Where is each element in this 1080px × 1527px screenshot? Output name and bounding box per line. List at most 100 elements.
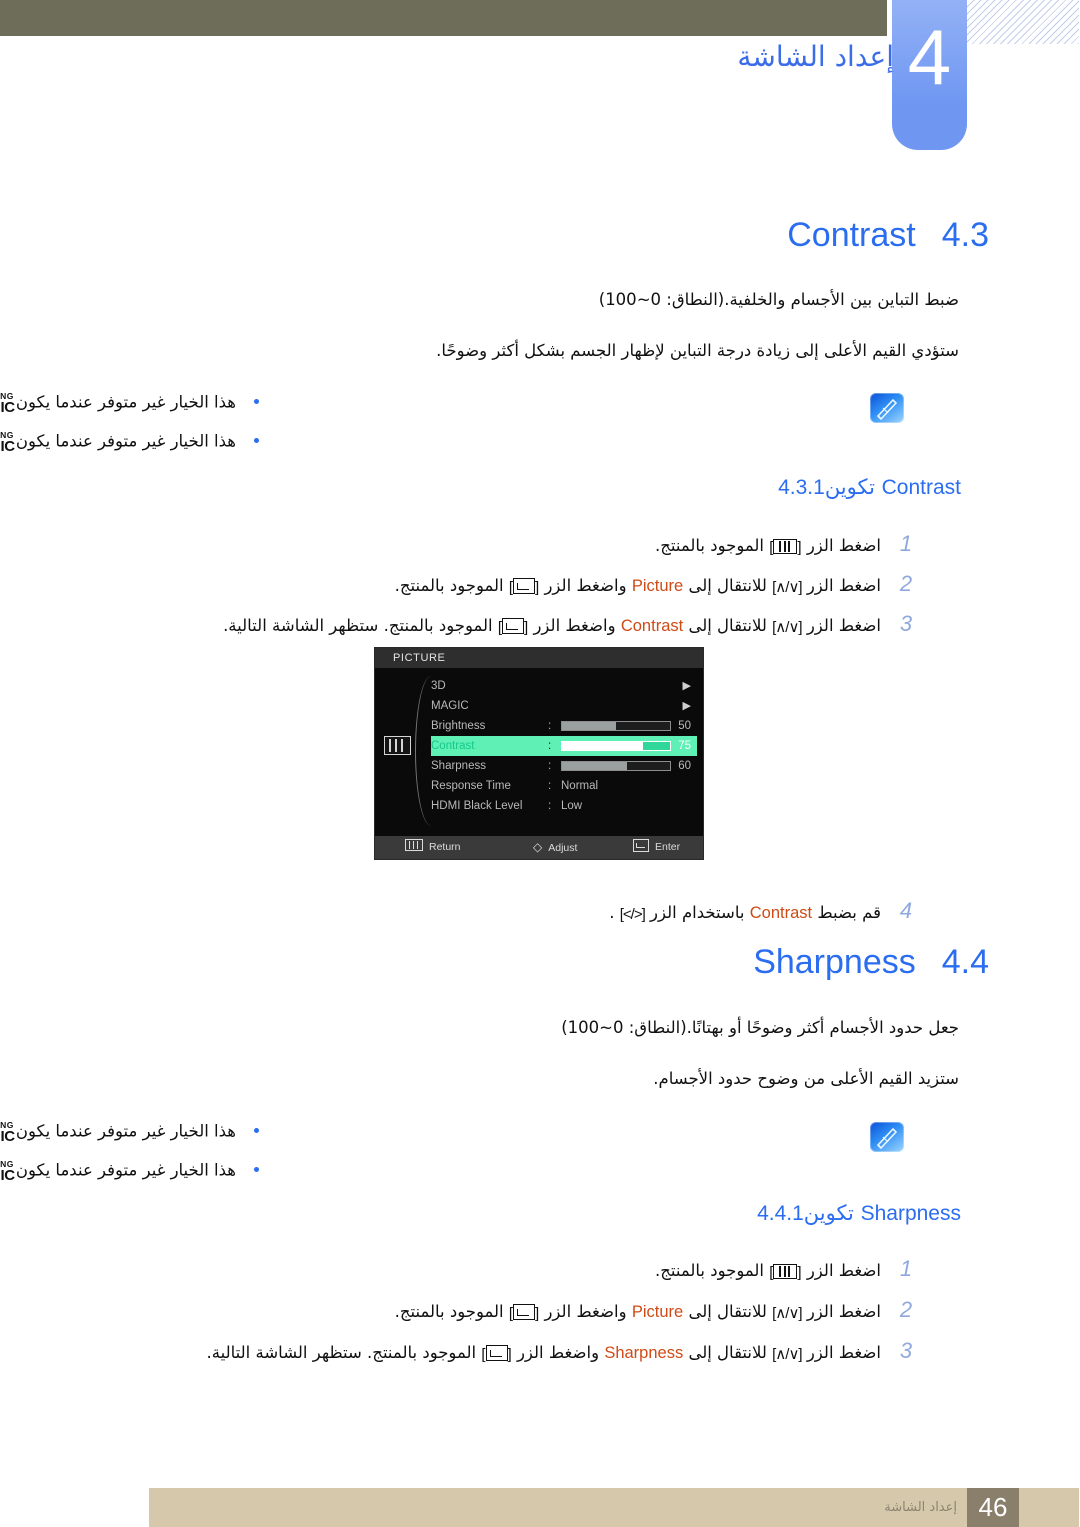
osd-enter-action[interactable]: Enter [634,836,681,859]
step-number: 3 [900,1338,914,1363]
osd-row-brightness[interactable]: Brightness : 50 [432,716,698,736]
osd-row-hdmi-black-level[interactable]: HDMI Black Level : Low [432,796,698,816]
sharpness-step-2: 2 اضغط الزر [∧/∨] للانتقال إلى Picture وا… [396,1297,922,1323]
updown-key-glyph: [∧/∨] [773,579,803,596]
contrast-desc-2: ستؤدي القيم الأعلى إلى زيادة درجة التباي… [437,341,960,360]
step-text-b: الموجود بالمنتج. [655,536,765,555]
osd-slider-contrast[interactable] [562,741,672,751]
step-target: Sharpness [605,1344,685,1362]
samsung-magic-logo: SAMSUNGMAGIC [0,1120,16,1145]
step-text-d: الموجود بالمنتج. ستظهر الشاشة التالية. [224,616,494,635]
subsection-name-en: Sharpness [861,1202,962,1225]
updown-key-glyph: [∧/∨] [773,1305,803,1322]
samsung-magic-logo: SAMSUNGMAGIC [0,391,16,416]
section-heading-sharpness: Sharpness 4.4 [754,943,990,982]
enter-key-glyph: [] [498,618,530,636]
osd-row-sharpness[interactable]: Sharpness : 60 [432,756,698,776]
step-text-c: باستخدام الزر [651,903,746,922]
manual-page: 4 إعداد الشاشة Contrast 4. 3 ضبط التباين ب… [0,0,1080,1527]
subsection-heading-contrast: Contrast تكوين4.3.1 [755,475,962,500]
osd-row-label: 3D [432,680,447,692]
osd-row-value: Normal [562,780,600,792]
contrast-desc-1: ضبط التباين بين الأجسام والخلفية.(النطاق… [599,290,960,309]
step-number: 2 [900,571,914,596]
sharpness-desc-2: ستزيد القيم الأعلى من وضوح حدود الأجسام. [654,1069,960,1088]
osd-enter-label: Enter [656,841,682,853]
osd-slider-brightness[interactable] [562,721,672,731]
chevron-right-icon: ▶ [683,700,692,712]
osd-row-value: 50 [679,720,692,732]
step-number: 4 [900,898,914,923]
osd-category-icon [385,736,412,755]
footer-chapter-label: إعداد الشاشة [885,1500,958,1515]
bullet-dot-icon [255,1167,260,1172]
header-hatch-pattern [968,0,1080,44]
step-text-a: اضغط الزر [807,1302,882,1321]
sharpness-note-1: هذا الخيار غير متوفر عندما يكونSAMSUNGMA… [0,1121,260,1144]
step-text-a: قم بضبط [818,903,882,922]
osd-row-response-time[interactable]: Response Time : Normal [432,776,698,796]
subsection-name-ar: تكوين [825,475,876,499]
chevron-right-icon: ▶ [683,680,692,692]
bullet-dot-icon [255,1128,260,1133]
step-target: Picture [632,577,685,595]
note-icon [871,1122,905,1152]
osd-adjust-action[interactable]: ◇ Adjust [534,836,578,859]
osd-row-3d[interactable]: 3D ▶ [432,676,698,696]
step-target: Contrast [621,617,685,635]
osd-slider-fill [563,742,644,750]
step-text-b: للانتقال إلى [689,576,768,595]
step-target: Picture [632,1303,685,1321]
step-number: 1 [900,531,914,556]
note-pre: هذا الخيار غير متوفر عندما يكون [16,1160,237,1180]
step-text-c: واضغط الزر [534,616,617,635]
adjust-diamond-icon: ◇ [534,840,544,854]
step-number: 2 [900,1297,914,1322]
section-name-sharpness: Sharpness [754,943,917,981]
bullet-dot-icon [255,399,260,404]
menu-key-glyph: [] [770,1264,803,1281]
osd-row-label: Brightness [432,720,487,732]
contrast-step-1: 1 اضغط الزر [] الموجود بالمنتج. [656,531,922,557]
note-icon [871,393,905,423]
step-text-a: اضغط الزر [807,616,882,635]
osd-row-contrast[interactable]: Contrast : 75 [432,736,698,756]
osd-adjust-label: Adjust [549,842,579,854]
step-number: 1 [900,1256,914,1281]
osd-colon: : [549,800,553,812]
note-pre: هذا الخيار غير متوفر عندما يكون [16,392,237,412]
osd-screenshot: PICTURE 3D ▶ MAGIC ▶ Brightness : 50 Con… [375,647,705,860]
chapter-number: 4 [908,13,953,101]
samsung-magic-logo: SAMSUNGMAGIC [0,430,16,455]
step-number: 3 [900,611,914,636]
osd-row-label: MAGIC [432,700,470,712]
contrast-step-3: 3 اضغط الزر [∧/∨] للانتقال إلى Contrast و… [224,611,922,637]
osd-colon: : [549,780,553,792]
osd-slider-sharpness[interactable] [562,761,672,771]
osd-row-magic[interactable]: MAGIC ▶ [432,696,698,716]
updown-key-glyph: [∧/∨] [773,1346,803,1363]
menu-key-glyph: [] [770,539,803,556]
osd-return-label: Return [430,841,462,853]
osd-return-action[interactable]: Return [406,836,462,859]
contrast-note-2: هذا الخيار غير متوفر عندما يكونSAMSUNGMA… [0,431,260,454]
chapter-number-tab: 4 [893,0,968,150]
menu-icon [406,839,424,851]
step-text-c: واضغط الزر [517,1343,601,1362]
step-text-a: اضغط الزر [807,1343,882,1362]
osd-menu-list: 3D ▶ MAGIC ▶ Brightness : 50 Contrast : … [376,668,704,836]
osd-slider-fill [563,722,617,730]
osd-row-label: HDMI Black Level [432,800,524,812]
step-text-b: للانتقال إلى [689,1343,768,1362]
osd-row-label: Sharpness [432,760,487,772]
step-text-b: للانتقال إلى [689,616,768,635]
step-text-d: . [610,903,616,922]
osd-slider-fill [563,762,628,770]
step-text-a: اضغط الزر [807,1261,882,1280]
contrast-step-4: 4 قم بضبط Contrast باستخدام الزر [</>] . [610,898,922,924]
chapter-title: إعداد الشاشة [738,40,895,73]
bullet-dot-icon [255,438,260,443]
samsung-magic-logo: SAMSUNGMAGIC [0,1159,16,1184]
osd-row-value: 60 [679,760,692,772]
subsection-number: 4.3.1 [779,476,826,499]
